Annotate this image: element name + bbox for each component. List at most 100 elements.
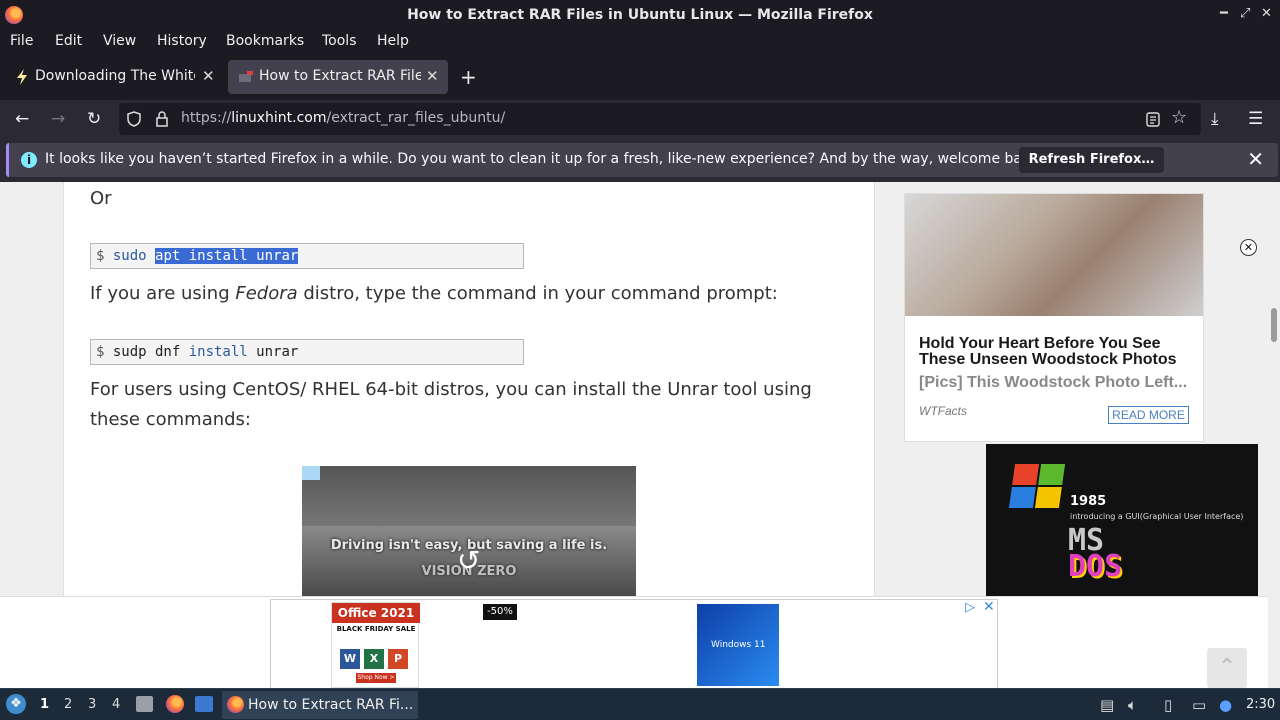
reload-icon[interactable]: ↻ bbox=[87, 109, 101, 129]
taskbar: ❖ 1 2 3 4 How to Extract RAR Fi... ▤ 🔈︎ … bbox=[0, 688, 1280, 720]
scroll-to-top-button[interactable]: ⌃ bbox=[1207, 648, 1247, 688]
window-title: How to Extract RAR Files in Ubuntu Linux… bbox=[407, 7, 873, 23]
network-icon[interactable]: ▭ bbox=[1192, 696, 1206, 714]
tab-strip: Downloading The White I ✕ How to Extract… bbox=[0, 54, 1280, 100]
close-notification-icon[interactable]: ✕ bbox=[1247, 147, 1264, 171]
notification-message: It looks like you haven’t started Firefo… bbox=[45, 151, 1044, 167]
dos-logo-text: DOS bbox=[1068, 549, 1123, 584]
restore-icon[interactable]: ⤢ bbox=[1240, 6, 1250, 21]
office-title: Office 2021 bbox=[332, 603, 420, 623]
lightning-icon bbox=[17, 69, 27, 85]
code-text: unrar bbox=[247, 344, 299, 360]
discount-badge: -50% bbox=[483, 604, 517, 620]
refresh-firefox-button[interactable]: Refresh Firefox… bbox=[1019, 147, 1164, 173]
ad-intro: introducing a GUI(Graphical User Interfa… bbox=[1070, 512, 1244, 521]
excel-icon: X bbox=[364, 649, 384, 669]
bottom-banner-ad[interactable]: Office 2021 BLACK FRIDAY SALE WXP Shop N… bbox=[270, 599, 998, 689]
video-background bbox=[302, 466, 636, 526]
code-block-unrar[interactable]: $ sudo apt install unrar bbox=[90, 243, 524, 269]
close-tab-icon[interactable]: ✕ bbox=[426, 67, 439, 85]
msdos-video-ad[interactable]: 1985 introducing a GUI(Graphical User In… bbox=[986, 444, 1258, 596]
back-icon[interactable]: ← bbox=[15, 109, 29, 129]
clipboard-icon[interactable]: ▯ bbox=[1164, 696, 1172, 714]
office-ad[interactable]: Office 2021 BLACK FRIDAY SALE WXP Shop N… bbox=[331, 602, 420, 688]
windows-flag-icon bbox=[1008, 464, 1066, 508]
forward-icon[interactable]: → bbox=[51, 109, 65, 129]
code-block-dnf[interactable]: $ sudp dnf install unrar bbox=[90, 339, 524, 365]
hamburger-menu-icon[interactable]: ☰ bbox=[1248, 109, 1263, 129]
terminal-icon[interactable] bbox=[195, 696, 213, 712]
ad-source: WTFacts bbox=[919, 404, 967, 418]
video-ad[interactable]: Driving isn't easy, but saving a life is… bbox=[302, 466, 636, 596]
menu-tools[interactable]: Tools bbox=[322, 33, 357, 49]
black-friday-label: BLACK FRIDAY SALE bbox=[336, 625, 416, 633]
scrollbar-thumb[interactable] bbox=[1271, 308, 1277, 342]
paragraph-centos-line2: these commands: bbox=[90, 409, 251, 430]
notification-icon[interactable]: ● bbox=[1219, 696, 1232, 714]
code-keyword: install bbox=[188, 344, 248, 360]
windows11-label: Windows 11 bbox=[711, 640, 766, 650]
navigation-bar: ← → ↻ https://linuxhint.com/extract_rar_… bbox=[0, 100, 1280, 138]
menu-edit[interactable]: Edit bbox=[55, 33, 82, 49]
code-text: sudo bbox=[112, 248, 156, 264]
close-ad-icon[interactable]: ✕ bbox=[983, 599, 995, 615]
close-window-icon[interactable]: ✕ bbox=[1261, 6, 1272, 21]
tab-title: Downloading The White I bbox=[35, 68, 195, 84]
menu-view[interactable]: View bbox=[103, 33, 136, 49]
workspace-3[interactable]: 3 bbox=[88, 697, 96, 712]
menu-bar: File Edit View History Bookmarks Tools H… bbox=[0, 30, 1280, 54]
ad-photo bbox=[905, 194, 1203, 316]
close-tab-icon[interactable]: ✕ bbox=[202, 67, 215, 85]
office-apps: WXP bbox=[336, 647, 416, 669]
url-bar[interactable]: https://linuxhint.com/extract_rar_files_… bbox=[119, 103, 1201, 135]
shop-now-button[interactable]: Shop Now > bbox=[356, 673, 396, 683]
info-icon: i bbox=[21, 152, 37, 168]
menu-history[interactable]: History bbox=[157, 33, 207, 49]
shield-icon[interactable] bbox=[127, 111, 141, 127]
workspace-1[interactable]: 1 bbox=[40, 697, 49, 712]
ad-subtitle[interactable]: [Pics] This Woodstock Photo Left... bbox=[919, 374, 1187, 392]
minimize-icon[interactable]: ━ bbox=[1220, 6, 1228, 21]
read-more-button[interactable]: READ MORE bbox=[1108, 406, 1189, 424]
paragraph-or: Or bbox=[90, 188, 112, 209]
prompt-symbol: $ bbox=[96, 248, 113, 264]
url-text[interactable]: https://linuxhint.com/extract_rar_files_… bbox=[181, 110, 505, 126]
taskbar-firefox-window[interactable]: How to Extract RAR Fi... bbox=[222, 691, 418, 719]
volume-icon[interactable]: 🔈︎ bbox=[1128, 696, 1137, 714]
downloads-icon[interactable]: ⤓ bbox=[1211, 109, 1219, 129]
powerpoint-icon: P bbox=[388, 649, 408, 669]
reader-view-icon[interactable] bbox=[1146, 112, 1160, 127]
notification-box: i It looks like you haven’t started Fire… bbox=[6, 143, 1278, 177]
windows11-ad[interactable]: Windows 11 bbox=[697, 604, 779, 686]
code-text: sudp dnf bbox=[112, 344, 189, 360]
clock[interactable]: 2:30 bbox=[1246, 697, 1275, 712]
menu-bookmarks[interactable]: Bookmarks bbox=[226, 33, 304, 49]
sidebar-ad[interactable]: Hold Your Heart Before You See These Uns… bbox=[904, 193, 1204, 442]
ad-tag-icon[interactable] bbox=[302, 466, 320, 480]
lock-icon[interactable] bbox=[155, 111, 169, 127]
workspace-2[interactable]: 2 bbox=[64, 697, 72, 712]
ad-year: 1985 bbox=[1070, 494, 1107, 509]
workspace-4[interactable]: 4 bbox=[112, 697, 120, 712]
start-menu-icon[interactable]: ❖ bbox=[6, 694, 26, 714]
firefox-launcher-icon[interactable] bbox=[166, 695, 184, 713]
bookmark-star-icon[interactable]: ☆ bbox=[1171, 107, 1187, 128]
adchoices-icon[interactable]: ▷ bbox=[965, 600, 975, 615]
tab-extract-rar[interactable]: How to Extract RAR Files ✕ bbox=[228, 60, 448, 94]
taskbar-window-title: How to Extract RAR Fi... bbox=[248, 697, 414, 713]
new-tab-button[interactable]: + bbox=[460, 65, 477, 89]
firefox-icon bbox=[227, 696, 244, 713]
menu-help[interactable]: Help bbox=[377, 33, 409, 49]
tab-downloading[interactable]: Downloading The White I ✕ bbox=[4, 60, 220, 94]
close-ad-icon[interactable]: ✕ bbox=[1240, 239, 1257, 256]
paragraph-fedora: If you are using Fedora distro, type the… bbox=[90, 283, 778, 304]
updates-icon[interactable]: ▤ bbox=[1100, 696, 1114, 714]
file-manager-icon[interactable] bbox=[136, 696, 153, 712]
selected-code-text: apt install unrar bbox=[155, 248, 299, 264]
vertical-scrollbar[interactable] bbox=[1268, 182, 1280, 688]
ad-headline[interactable]: Hold Your Heart Before You See These Uns… bbox=[919, 336, 1194, 368]
notification-bar: i It looks like you haven’t started Fire… bbox=[0, 138, 1280, 182]
menu-file[interactable]: File bbox=[10, 33, 33, 49]
title-bar: How to Extract RAR Files in Ubuntu Linux… bbox=[0, 0, 1280, 30]
replay-icon[interactable]: ↺ bbox=[457, 544, 480, 577]
